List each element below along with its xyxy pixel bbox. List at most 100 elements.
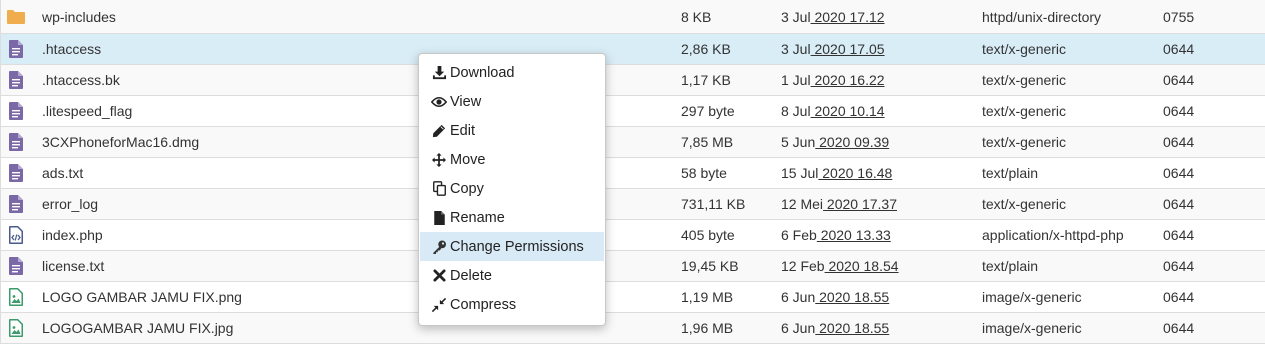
- text-file-icon: [7, 65, 25, 95]
- file-permissions: 0644: [1163, 72, 1195, 88]
- image-file-icon: [7, 282, 25, 312]
- table-row[interactable]: LOGOGAMBAR JAMU FIX.jpg 1,96 MB 6 Jun 2020…: [1, 313, 1265, 344]
- file-permissions: 0644: [1163, 41, 1195, 57]
- file-name[interactable]: .htaccess.bk: [42, 65, 120, 95]
- menu-item-view[interactable]: View: [420, 87, 604, 116]
- file-type: image/x-generic: [982, 320, 1082, 336]
- file-size: 2,86 KB: [681, 41, 731, 57]
- file-permissions: 0644: [1163, 227, 1195, 243]
- menu-item-copy[interactable]: Copy: [420, 174, 604, 203]
- file-type: text/x-generic: [982, 134, 1067, 150]
- date-year-time: 2020 09.39: [815, 134, 890, 150]
- file-modified-date: 3 Jul 2020 17.05: [781, 34, 885, 64]
- file-modified-date: 12 Feb 2020 18.54: [781, 251, 899, 281]
- file-permissions: 0644: [1163, 134, 1195, 150]
- menu-item-move[interactable]: Move: [420, 145, 604, 174]
- file-type: text/x-generic: [982, 196, 1067, 212]
- menu-item-rename[interactable]: Rename: [420, 203, 604, 232]
- text-file-icon: [7, 96, 25, 126]
- text-file-icon: [7, 158, 25, 188]
- date-year-time: 2020 10.14: [810, 103, 885, 119]
- table-row[interactable]: ads.txt 58 byte 15 Jul 2020 16.48 text/plai…: [1, 158, 1265, 189]
- file-size: 7,85 MB: [681, 134, 734, 150]
- file-modified-date: 12 Mei 2020 17.37: [781, 189, 897, 219]
- file-name[interactable]: LOGOGAMBAR JAMU FIX.jpg: [42, 313, 233, 343]
- file-type: application/x-httpd-php: [982, 227, 1124, 243]
- date-year-time: 2020 13.33: [816, 227, 891, 243]
- file-modified-date: 1 Jul 2020 16.22: [781, 65, 885, 95]
- file-modified-date: 3 Jul 2020 17.12: [781, 0, 885, 33]
- file-type: text/x-generic: [982, 103, 1067, 119]
- date-year-time: 2020 18.54: [824, 258, 899, 274]
- menu-item-label: Move: [450, 151, 486, 168]
- date-year-time: 2020 18.55: [815, 289, 890, 305]
- file-size: 405 byte: [681, 227, 735, 243]
- file-permissions: 0644: [1163, 196, 1195, 212]
- file-name[interactable]: index.php: [42, 220, 103, 250]
- image-file-icon: [7, 313, 25, 343]
- table-row[interactable]: .htaccess.bk 1,17 KB 1 Jul 2020 16.22 text/…: [1, 65, 1265, 96]
- file-name[interactable]: ads.txt: [42, 158, 83, 188]
- table-row[interactable]: index.php 405 byte 6 Feb 2020 13.33 applica…: [1, 220, 1265, 251]
- table-row[interactable]: wp-includes 8 KB 3 Jul 2020 17.12 httpd/uni…: [1, 0, 1265, 34]
- file-name[interactable]: LOGO GAMBAR JAMU FIX.png: [42, 282, 242, 312]
- file-type: text/plain: [982, 258, 1039, 274]
- file-name[interactable]: .litespeed_flag: [42, 96, 132, 126]
- file-type: httpd/unix-directory: [982, 8, 1102, 25]
- date-day: 5 Jun: [781, 134, 816, 150]
- date-day: 6 Feb: [781, 227, 817, 243]
- menu-item-edit[interactable]: Edit: [420, 116, 604, 145]
- menu-item-label: Copy: [450, 180, 484, 197]
- file-name[interactable]: license.txt: [42, 251, 104, 281]
- date-year-time: 2020 17.12: [810, 8, 885, 25]
- compress-icon: [431, 297, 447, 313]
- date-year-time: 2020 17.05: [810, 41, 885, 57]
- pencil-icon: [431, 123, 447, 139]
- file-size: 1,96 MB: [681, 320, 734, 336]
- file-type: text/plain: [982, 165, 1039, 181]
- move-arrows-icon: [431, 152, 447, 168]
- date-day: 3 Jul: [781, 41, 811, 57]
- text-file-icon: [7, 34, 25, 64]
- table-row[interactable]: license.txt 19,45 KB 12 Feb 2020 18.54 text…: [1, 251, 1265, 282]
- date-year-time: 2020 17.37: [823, 196, 897, 212]
- file-name[interactable]: error_log: [42, 189, 98, 219]
- menu-item-download[interactable]: Download: [420, 58, 604, 87]
- times-icon: [431, 268, 447, 284]
- file-modified-date: 5 Jun 2020 09.39: [781, 127, 889, 157]
- menu-item-label: Delete: [450, 267, 492, 284]
- download-icon: [431, 65, 447, 81]
- folder-icon: [7, 0, 25, 33]
- file-permissions: 0644: [1163, 289, 1195, 305]
- table-row[interactable]: error_log 731,11 KB 12 Mei 2020 17.37 text/…: [1, 189, 1265, 220]
- file-permissions: 0644: [1163, 320, 1195, 336]
- file-name[interactable]: .htaccess: [42, 34, 101, 64]
- file-type: text/x-generic: [982, 72, 1067, 88]
- table-row[interactable]: .htaccess 2,86 KB 3 Jul 2020 17.05 text/x-g…: [1, 34, 1265, 65]
- file-permissions: 0644: [1163, 165, 1195, 181]
- menu-item-delete[interactable]: Delete: [420, 261, 604, 290]
- menu-item-change-permissions[interactable]: Change Permissions: [420, 232, 604, 261]
- menu-item-label: Change Permissions: [450, 238, 584, 255]
- key-icon: [431, 239, 447, 255]
- date-year-time: 2020 18.55: [815, 320, 890, 336]
- table-row[interactable]: .litespeed_flag 297 byte 8 Jul 2020 10.14 t…: [1, 96, 1265, 127]
- table-row[interactable]: 3CXPhoneforMac16.dmg 7,85 MB 5 Jun 2020 09…: [1, 127, 1265, 158]
- file-name[interactable]: 3CXPhoneforMac16.dmg: [42, 127, 199, 157]
- file-type: text/x-generic: [982, 41, 1067, 57]
- file-modified-date: 8 Jul 2020 10.14: [781, 96, 885, 126]
- file-type: image/x-generic: [982, 289, 1082, 305]
- table-row[interactable]: LOGO GAMBAR JAMU FIX.png 1,19 MB 6 Jun 202…: [1, 282, 1265, 313]
- file-name[interactable]: wp-includes: [42, 0, 116, 33]
- file-icon: [431, 210, 447, 226]
- date-day: 12 Feb: [781, 258, 825, 274]
- menu-item-compress[interactable]: Compress: [420, 290, 604, 319]
- date-day: 3 Jul: [781, 8, 811, 25]
- file-permissions: 0755: [1163, 8, 1195, 25]
- menu-item-label: Rename: [450, 209, 505, 226]
- code-file-icon: [7, 220, 25, 250]
- file-size: 1,17 KB: [681, 72, 731, 88]
- date-day: 12 Mei: [781, 196, 824, 212]
- file-size: 19,45 KB: [681, 258, 739, 274]
- file-table: wp-includes 8 KB 3 Jul 2020 17.12 httpd/uni…: [0, 0, 1265, 344]
